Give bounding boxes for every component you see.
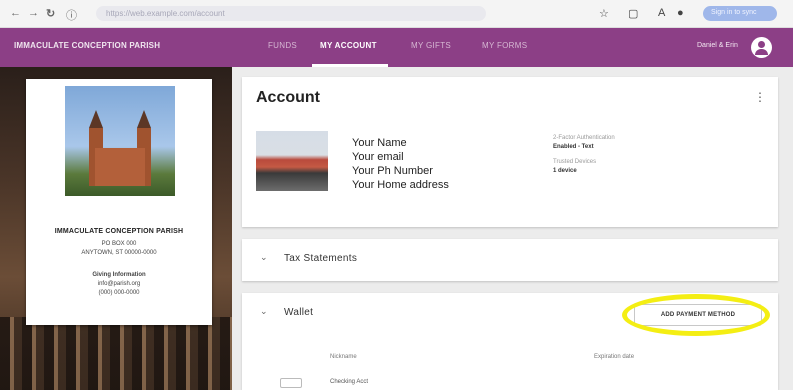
trusted-devices-label: Trusted Devices [553, 159, 597, 165]
back-arrow-icon[interactable]: ← [10, 7, 21, 19]
account-circle-icon[interactable]: ● [677, 7, 684, 19]
tab-my-gifts[interactable]: MY GIFTS [411, 41, 451, 50]
parish-email[interactable]: info@parish.org [26, 281, 212, 287]
chevron-down-icon[interactable]: ⌄ [260, 306, 268, 317]
reload-icon[interactable]: ↻ [46, 7, 55, 20]
two-factor-label: 2-Factor Authentication [553, 135, 615, 141]
address-bar-url: https://web.example.com/account [106, 9, 225, 18]
brand-title[interactable]: IMMACULATE CONCEPTION PARISH [14, 41, 160, 50]
payment-method-row[interactable]: Checking Acct [330, 379, 368, 385]
church-interior-background [0, 317, 232, 390]
parish-sidebar: IMMACULATE CONCEPTION PARISH PO BOX 000 … [0, 67, 232, 390]
two-factor-value: Enabled - Text [553, 144, 594, 150]
profile-photo [256, 131, 328, 191]
payment-card-icon [280, 378, 302, 388]
info-icon: ⓘ [66, 10, 77, 22]
forward-arrow-icon[interactable]: → [28, 7, 39, 19]
parish-name: IMMACULATE CONCEPTION PARISH [54, 228, 184, 235]
account-name: Your Name [352, 137, 407, 149]
account-address: Your Home address [352, 179, 449, 191]
parish-phone[interactable]: (000) 000-0000 [26, 290, 212, 296]
text-size-icon[interactable]: A [658, 7, 665, 19]
giving-info-label: Giving Information [92, 272, 146, 278]
browser-profile-label: Sign in to sync [711, 9, 757, 16]
tab-my-account[interactable]: MY ACCOUNT [320, 41, 377, 50]
parish-po-box: PO BOX 000 [101, 241, 137, 247]
browser-profile-button[interactable]: Sign in to sync [703, 6, 777, 21]
wallet-title[interactable]: Wallet [284, 307, 313, 318]
tab-my-forms[interactable]: MY FORMS [482, 41, 527, 50]
extension-square-icon[interactable]: ▢ [628, 7, 638, 20]
parish-city: ANYTOWN, ST 00000-0000 [81, 250, 157, 256]
account-panel: Account ⋮ Your Name Your email Your Ph N… [242, 77, 778, 227]
account-title: Account [256, 89, 320, 106]
main-content: Account ⋮ Your Name Your email Your Ph N… [232, 67, 793, 390]
highlight-circle [622, 294, 770, 336]
browser-toolbar: ← → ↻ ⓘ https://web.example.com/account … [0, 0, 793, 28]
tax-statements-panel[interactable]: ⌄ Tax Statements [242, 239, 778, 281]
more-vert-icon[interactable]: ⋮ [754, 90, 766, 104]
parish-card: IMMACULATE CONCEPTION PARISH PO BOX 000 … [26, 79, 212, 325]
col-expiration: Expiration date [594, 354, 635, 360]
bookmark-star-icon[interactable]: ☆ [599, 7, 609, 20]
address-bar[interactable]: https://web.example.com/account [96, 6, 486, 21]
tax-statements-title[interactable]: Tax Statements [284, 253, 357, 264]
trusted-devices-value: 1 device [553, 168, 577, 174]
avatar[interactable] [751, 37, 772, 58]
user-name[interactable]: Daniel & Erin [697, 42, 738, 49]
wallet-panel: ⌄ Wallet ADD PAYMENT METHOD Nickname Exp… [242, 293, 778, 390]
account-phone: Your Ph Number [352, 165, 433, 177]
chevron-down-icon[interactable]: ⌄ [260, 252, 268, 263]
account-email: Your email [352, 151, 404, 163]
church-photo [65, 86, 175, 196]
tab-funds[interactable]: FUNDS [268, 41, 297, 50]
col-nickname: Nickname [330, 354, 357, 360]
app-header: IMMACULATE CONCEPTION PARISH FUNDS MY AC… [0, 28, 793, 67]
